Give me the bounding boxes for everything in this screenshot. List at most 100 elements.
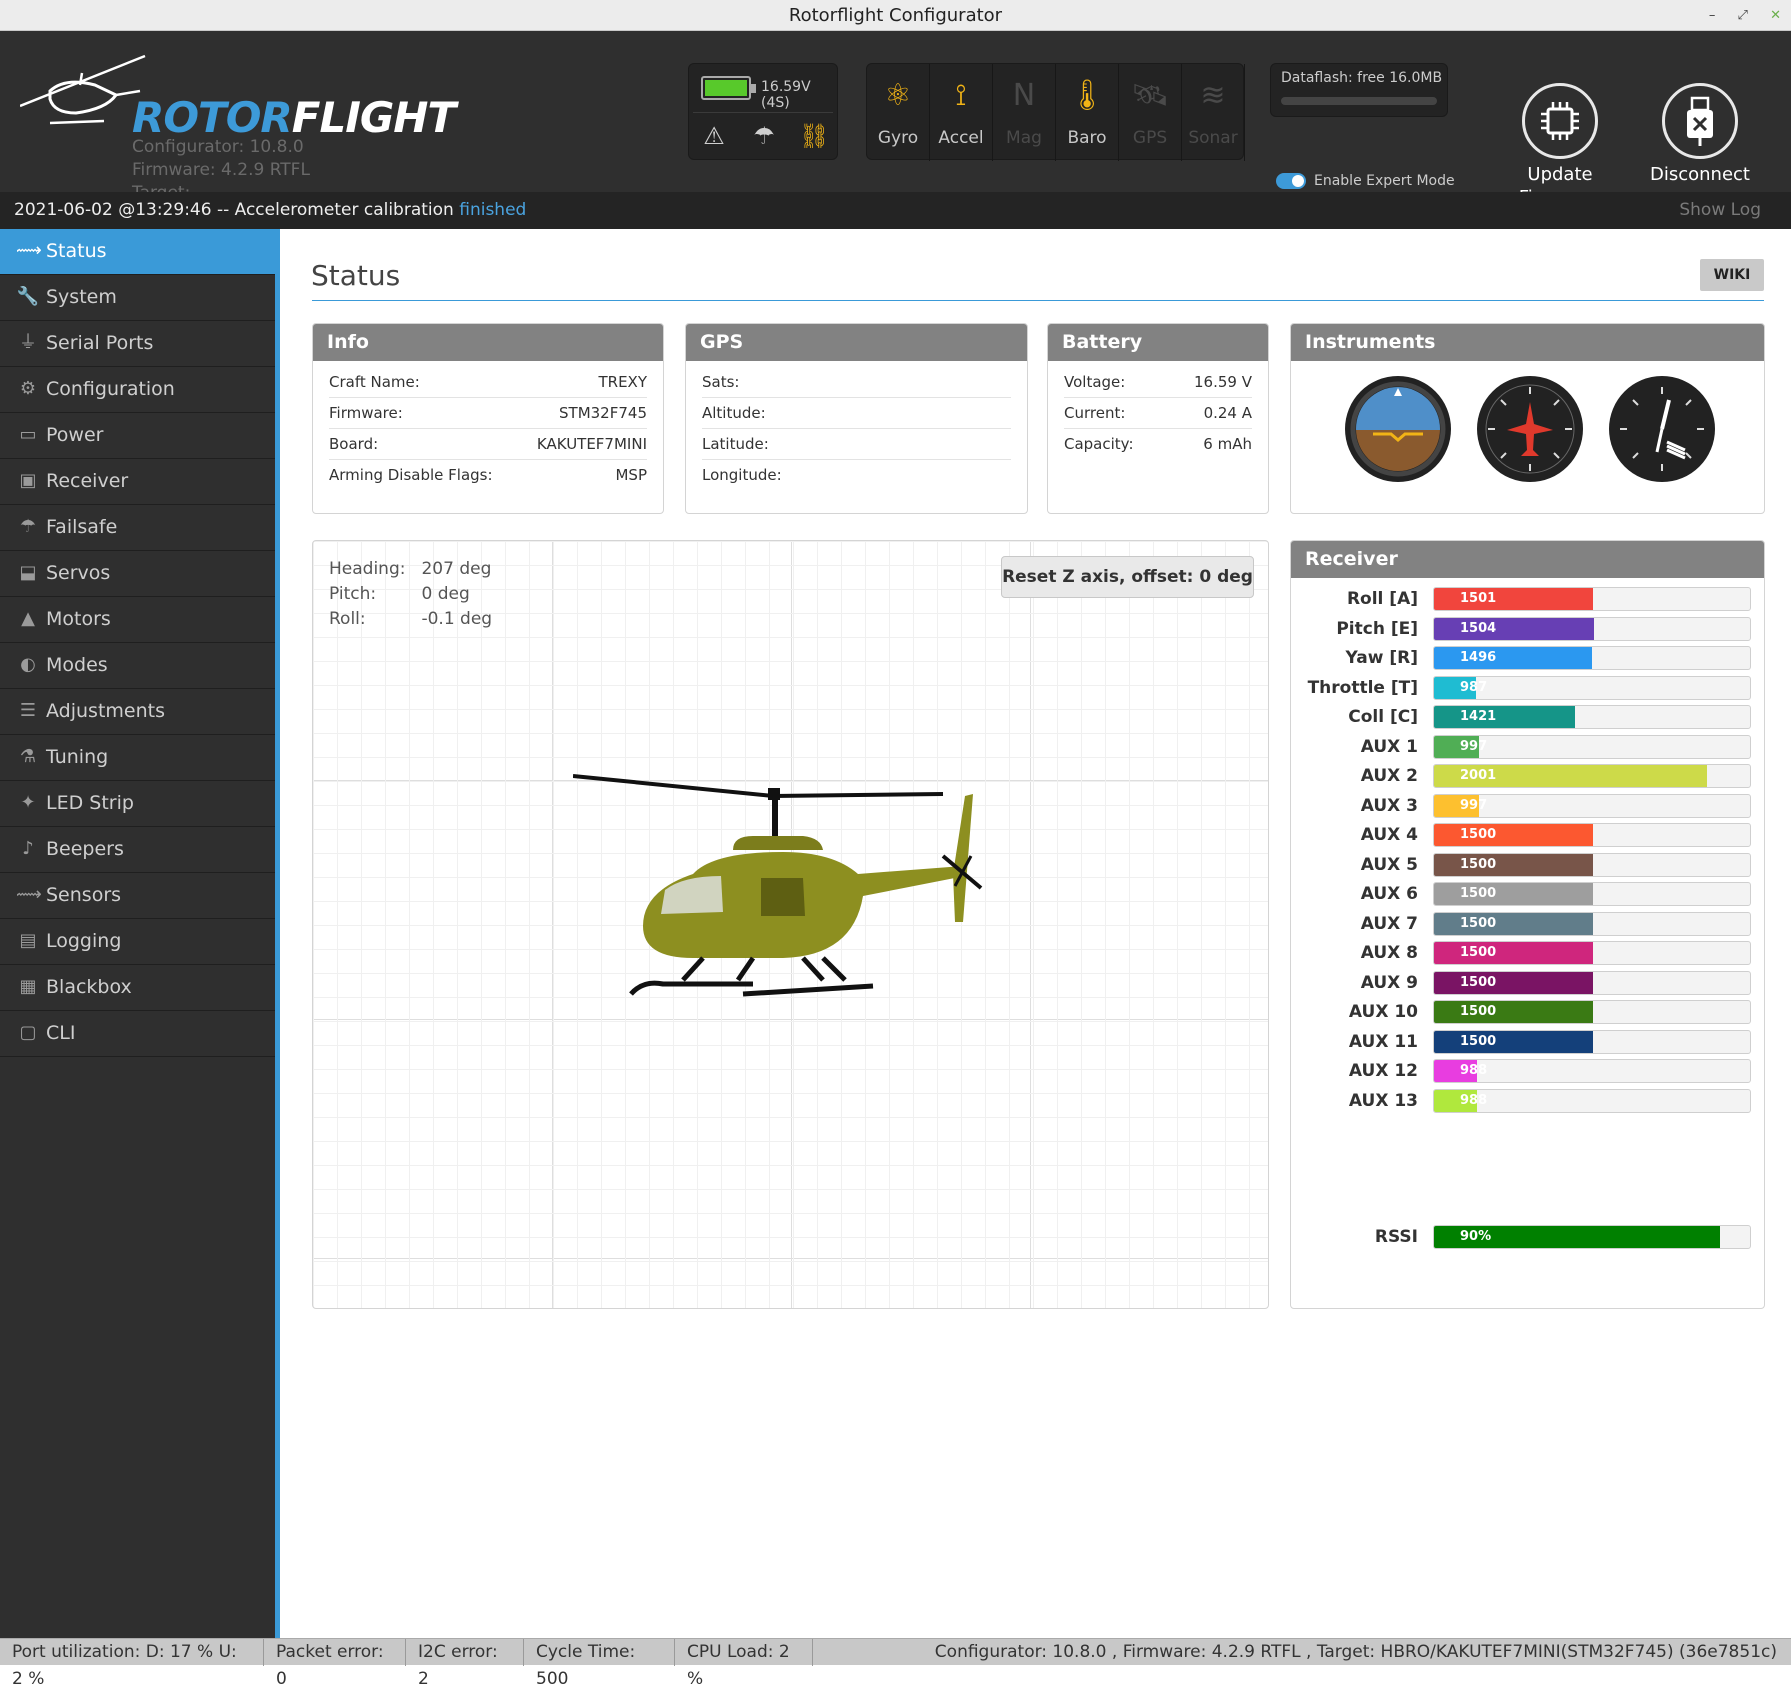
blackbox-icon: ▦ — [19, 976, 37, 997]
sidebar-item-power[interactable]: ▭ Power — [0, 413, 275, 459]
wiki-button[interactable]: WIKI — [1700, 259, 1764, 291]
sensor-label: Sonar — [1188, 128, 1238, 148]
sidebar-item-configuration[interactable]: ⚙ Configuration — [0, 367, 275, 413]
sidebar-item-tuning[interactable]: ⚗ Tuning — [0, 735, 275, 781]
info-rows: Craft Name: TREXY Firmware: STM32F745 Board:… — [313, 361, 663, 491]
version-string: Configurator: 10.8.0 , Firmware: 4.2.9 R… — [934, 1642, 1777, 1662]
restore-icon[interactable]: ⤢ — [1738, 8, 1748, 23]
packet-error: Packet error: 0 — [264, 1639, 406, 1689]
info-row: Current: 0.24 A — [1064, 398, 1252, 429]
sidebar-item-label: Sensors — [46, 884, 122, 906]
reset-z-axis-button[interactable]: Reset Z axis, offset: 0 deg — [1001, 556, 1254, 598]
channel-fill — [1434, 824, 1593, 846]
disconnect-button[interactable]: Disconnect — [1640, 83, 1760, 186]
brand-rotor: ROTOR — [132, 93, 293, 142]
sidebar-item-label: Configuration — [46, 378, 175, 400]
info-row: Craft Name: TREXY — [329, 367, 647, 398]
info-row: Sats: — [702, 367, 1011, 398]
sidebar-item-system[interactable]: 🔧 System — [0, 275, 275, 321]
sidebar-item-motors[interactable]: ▲ Motors — [0, 597, 275, 643]
channel-bar: 1496 — [1433, 646, 1751, 670]
sidebar-item-blackbox[interactable]: ▦ Blackbox — [0, 965, 275, 1011]
accel-icon: ⟟ — [955, 78, 967, 113]
sidebar-item-label: Adjustments — [46, 700, 165, 722]
channel-value: 988 — [1460, 1063, 1488, 1078]
sidebar-item-serial-ports[interactable]: ⏚ Serial Ports — [0, 321, 275, 367]
receiver-channel-row: Roll [A] 1501 — [1291, 587, 1764, 617]
mag-icon: N — [1012, 78, 1036, 113]
led-icon: ✦ — [20, 792, 36, 813]
info-row: Latitude: — [702, 429, 1011, 460]
title-divider — [312, 300, 1764, 301]
gps-panel-title: GPS — [686, 324, 1027, 361]
receiver-panel-title: Receiver — [1291, 541, 1764, 578]
show-log-link[interactable]: Show Log — [1679, 192, 1761, 229]
sidebar-item-label: LED Strip — [46, 792, 134, 814]
sidebar-item-sensors[interactable]: ⟿ Sensors — [0, 873, 275, 919]
info-row: Altitude: — [702, 398, 1011, 429]
channel-fill — [1434, 883, 1593, 905]
window-title: Rotorflight Configurator — [788, 5, 1003, 26]
power-icon: ▭ — [19, 424, 37, 445]
channel-bar: 1504 — [1433, 616, 1751, 641]
receiver-channel-row: AUX 7 1500 — [1291, 911, 1764, 942]
gyro-icon: ⚛ — [884, 78, 912, 113]
minimize-icon[interactable]: – — [1709, 8, 1716, 23]
close-icon[interactable]: ✕ — [1770, 8, 1781, 23]
cli-icon: ▢ — [19, 1022, 37, 1043]
toggle-icon: ◐ — [20, 654, 36, 675]
sidebar-item-receiver[interactable]: ▣ Receiver — [0, 459, 275, 505]
gps-panel: GPS Sats: Altitude: Latitude: Longitude: — [685, 323, 1028, 514]
beeper-icon: ♪ — [22, 838, 34, 859]
row-label: Craft Name: — [329, 373, 420, 391]
sidebar-item-beepers[interactable]: ♪ Beepers — [0, 827, 275, 873]
battery-icon — [701, 76, 756, 100]
sidebar-item-servos[interactable]: ⬓ Servos — [0, 551, 275, 597]
cpu-load: CPU Load: 2 % — [675, 1639, 813, 1689]
channel-value: 1500 — [1460, 915, 1497, 931]
sidebar-item-status[interactable]: ⟿ Status — [0, 229, 275, 275]
battery-panel: Battery Voltage: 16.59 V Current: 0.24 A Cap… — [1047, 323, 1269, 514]
expert-mode-toggle[interactable]: Enable Expert Mode — [1276, 173, 1455, 189]
sidebar-item-label: Power — [46, 424, 104, 446]
channel-value: 997 — [1460, 797, 1488, 813]
sidebar-item-modes[interactable]: ◐ Modes — [0, 643, 275, 689]
sensor-label: Mag — [1006, 128, 1042, 148]
receiver-channel-row: AUX 6 1500 — [1291, 882, 1764, 912]
logging-icon: ▤ — [19, 930, 37, 951]
sidebar-nav: ⟿ Status 🔧 System ⏚ Serial Ports ⚙ Configuratio… — [0, 229, 280, 1638]
row-label: Current: — [1064, 404, 1126, 422]
receiver-channel-row: AUX 8 1500 — [1291, 941, 1764, 971]
channel-value: 1496 — [1460, 650, 1497, 665]
status-bar: Port utilization: D: 17 % U: 2 % Packet … — [0, 1638, 1791, 1689]
update-firmware-button[interactable]: Update Firmware — [1500, 83, 1620, 209]
channel-value: 1500 — [1460, 856, 1497, 872]
log-bar: 2021-06-02 @13:29:46 -- Accelerometer ca… — [0, 192, 1791, 229]
instruments-panel-title: Instruments — [1291, 324, 1764, 361]
channel-label: AUX 12 — [1348, 1061, 1418, 1081]
info-row: Arming Disable Flags: MSP — [329, 460, 647, 491]
toggle-switch[interactable] — [1276, 173, 1306, 189]
channel-bar: 1500 — [1433, 911, 1751, 936]
channel-label: AUX 10 — [1348, 1002, 1418, 1022]
sidebar-item-label: Tuning — [46, 746, 109, 768]
row-label: Voltage: — [1064, 373, 1126, 391]
window-controls: – ⤢ ✕ — [1691, 0, 1781, 31]
servo-icon: ⬓ — [19, 562, 37, 583]
sidebar-item-label: Failsafe — [46, 516, 118, 538]
battery-voltage: 16.59V (4S) — [761, 79, 811, 111]
sidebar-item-label: Motors — [46, 608, 111, 630]
channel-value: 1500 — [1460, 974, 1497, 990]
pitch-label: Pitch: — [329, 584, 377, 604]
sidebar-item-adjustments[interactable]: ☰ Adjustments — [0, 689, 275, 735]
sliders-icon: ☰ — [19, 700, 37, 721]
sidebar-item-failsafe[interactable]: ☂ Failsafe — [0, 505, 275, 551]
channel-bar: 1500 — [1433, 823, 1751, 847]
sidebar-item-cli[interactable]: ▢ CLI — [0, 1011, 275, 1057]
disconnect-label: Disconnect — [1650, 164, 1750, 185]
row-label: Altitude: — [702, 404, 766, 422]
sidebar-item-logging[interactable]: ▤ Logging — [0, 919, 275, 965]
sidebar-item-led-strip[interactable]: ✦ LED Strip — [0, 781, 275, 827]
channel-bar: 997 — [1433, 734, 1751, 759]
channel-value: 1500 — [1460, 886, 1497, 901]
